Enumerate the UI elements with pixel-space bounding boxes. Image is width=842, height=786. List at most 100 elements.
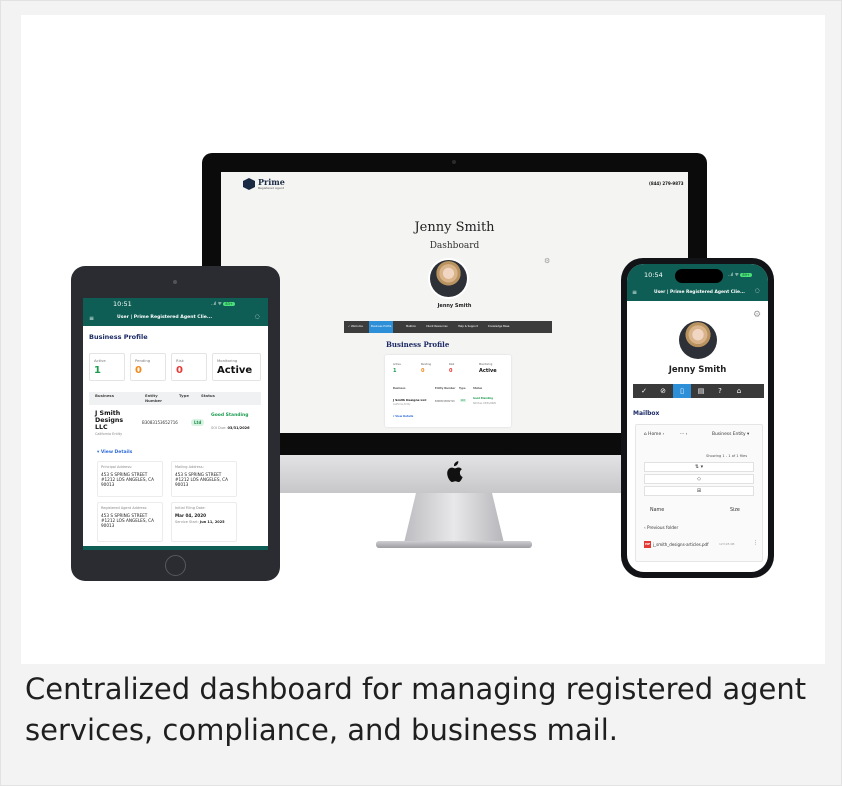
apple-logo-icon [445, 461, 463, 483]
entity-type-badge: Ltd [191, 419, 205, 426]
stat-label: Pending [135, 358, 151, 363]
stat-value: 1 [94, 365, 101, 376]
col-header-size[interactable]: Size [730, 508, 740, 513]
col-header-business: Business [95, 393, 114, 398]
menu-icon[interactable]: ≡ [89, 315, 94, 322]
tablet-table-header: Business Entity Number Type Status [89, 392, 261, 405]
tablet-app-title: User | Prime Registered Agent Clie... [117, 315, 213, 320]
apple-logo-shape [447, 461, 463, 482]
stat-value: 0 [135, 365, 142, 376]
signal-wifi-icon: ..ıl ᯤ [728, 273, 739, 278]
phone-screen: 10:54 ..ıl ᯤ 89+ ≡ User | Prime Register… [627, 264, 768, 572]
imac-stat-value: 0 [421, 368, 425, 374]
tablet-screen: 10:51 ..ıl ᯤ 83+ ≡ User | Prime Register… [83, 298, 268, 550]
stat-label: Risk [176, 358, 184, 363]
graduation-cap-icon[interactable]: ⌂ [730, 384, 748, 398]
filing-date-card: Initial Filing Date: Mar 04, 2020 Servic… [171, 502, 237, 542]
card-value: 453 S SPRING STREET #1212 LOS ANGELES, C… [101, 512, 154, 528]
stat-value: Active [217, 365, 253, 376]
card-value: 453 S SPRING STREET #1212 LOS ANGELES, C… [175, 471, 228, 487]
imac-col-header: Status [473, 387, 483, 390]
imac-stat-value: 0 [449, 368, 453, 374]
card-label: Registered Agent Address: [101, 506, 148, 510]
imac-logo-sub: Registered Agent [258, 186, 284, 190]
device-mockup-image: Prime Registered Agent (844) 279-9873 Je… [21, 15, 825, 664]
avatar [430, 260, 467, 297]
showcase-card: Prime Registered Agent (844) 279-9873 Je… [0, 0, 842, 786]
phone-nav-bar: ✓ ⊘ ▯ ▤ ? ⌂ [633, 384, 764, 398]
imac-nav-bar: ✓ Welcome Business Profile Mailbox Clien… [344, 321, 552, 333]
stat-label: Monitoring [217, 358, 238, 363]
chat-icon[interactable]: ◌ [755, 288, 760, 294]
filing-date-value: Mar 04, 2020 [175, 512, 207, 518]
gear-icon[interactable]: ⚙ [753, 310, 761, 320]
imac-section-title: Business Profile [386, 340, 450, 349]
card-label: Principal Address: [101, 465, 133, 469]
imac-stat-label: Monitoring [479, 363, 493, 366]
previous-folder-link[interactable]: ‹ Previous folder [644, 525, 678, 530]
document-icon[interactable]: ▯ [673, 384, 691, 398]
eye-off-icon[interactable]: ⊘ [654, 384, 672, 398]
tablet-home-button[interactable] [165, 555, 186, 576]
phone-device: 10:54 ..ıl ᯤ 89+ ≡ User | Prime Register… [621, 258, 774, 578]
imac-stat-label: Pending [421, 363, 431, 366]
filter-control[interactable]: ◇ [644, 474, 754, 484]
tab-help-support[interactable]: Help & Support [456, 321, 480, 333]
imac-business-panel: Active Pending Risk Monitoring 1 0 0 Act… [385, 355, 511, 427]
help-icon[interactable]: ? [711, 384, 729, 398]
book-icon[interactable]: ▤ [692, 384, 710, 398]
list-item[interactable]: PDF j_smith_designs-articles.pdf 123.95 … [644, 540, 758, 550]
more-options-icon[interactable]: ⋮ [753, 540, 758, 546]
card-value: Mar 04, 2020 [175, 513, 233, 518]
imac-row-sub: California Entity [393, 403, 411, 406]
card-value: 453 S SPRING STREET #1212 LOS ANGELES, C… [101, 471, 154, 487]
breadcrumb-business-entity[interactable]: Business Entity ▾ [712, 432, 749, 437]
stat-card-active: Active 1 [89, 353, 125, 381]
imac-phone-number[interactable]: (844) 279-9873 [649, 181, 684, 186]
soi-due: SOI Due: 03/31/2026 [211, 426, 261, 430]
tab-knowledge-base[interactable]: Knowledge Base [486, 321, 511, 333]
file-count: Showing 1 - 1 of 1 files [706, 454, 748, 458]
caption-text: Centralized dashboard for managing regis… [25, 672, 807, 747]
imac-avatar-caption: Jenny Smith [437, 303, 472, 309]
imac-row-due: SOI Due: 03/31/2026 [473, 402, 496, 405]
imac-row-pill: Ltd [460, 399, 466, 402]
imac-view-details-link[interactable]: ▾ View Details [393, 415, 413, 418]
col-header-name[interactable]: Name [650, 508, 664, 513]
tab-mailbox[interactable]: Mailbox [404, 321, 418, 333]
principal-address-card: Principal Address: 453 S SPRING STREET #… [97, 461, 163, 497]
card-label: Initial Filing Date: [175, 506, 206, 510]
view-details-link[interactable]: ▾ View Details [97, 450, 132, 455]
tab-business-profile[interactable]: Business Profile [369, 321, 394, 333]
tab-client-resources[interactable]: Client Resources [424, 321, 450, 333]
tablet-app-bar: ≡ User | Prime Registered Agent Clie... … [83, 311, 268, 326]
tablet-section-title: Business Profile [89, 333, 148, 341]
grid-view-control[interactable]: ⊞ [644, 486, 754, 496]
imac-user-name: Jenny Smith [414, 220, 495, 235]
entity-number: B3083153652716 [142, 420, 178, 425]
file-name[interactable]: j_smith_designs-articles.pdf [653, 542, 709, 547]
tablet-stats-row: Active 1 Pending 0 Risk 0 Monitoring Act… [89, 353, 261, 383]
soi-due-date: 03/31/2026 [227, 426, 250, 430]
soi-due-label: SOI Due: [211, 426, 227, 430]
col-header-entity-number: Entity Number [145, 393, 163, 403]
tablet-status-icons: ..ıl ᯤ 83+ [211, 301, 235, 307]
menu-icon[interactable]: ≡ [632, 289, 637, 296]
breadcrumb-home[interactable]: ⌂ Home › [644, 432, 664, 437]
breadcrumb-more[interactable]: ··· › [680, 432, 687, 437]
file-size: 123.95 KB [719, 542, 735, 546]
gear-icon[interactable]: ⚙ [544, 257, 550, 265]
status-badge: Good Standing [211, 413, 249, 418]
signal-wifi-icon: ..ıl ᯤ [211, 302, 222, 307]
table-row[interactable]: J Smith Designs LLC California Entity B3… [89, 410, 261, 440]
tab-welcome[interactable]: ✓ Welcome [346, 321, 365, 333]
check-icon[interactable]: ✓ [635, 384, 653, 398]
stat-card-pending: Pending 0 [130, 353, 166, 381]
business-name: J Smith Designs LLC [95, 410, 124, 431]
chat-icon[interactable]: ◌ [255, 314, 260, 320]
imac-row-status: Good Standing [473, 397, 493, 400]
imac-stat-label: Risk [449, 363, 455, 366]
mailbox-panel: ⌂ Home › ··· › Business Entity ▾ Showing… [635, 424, 763, 562]
imac-row-name: J Smith Designs LLC [393, 398, 427, 402]
sort-control[interactable]: ⇅ ▾ [644, 462, 754, 472]
